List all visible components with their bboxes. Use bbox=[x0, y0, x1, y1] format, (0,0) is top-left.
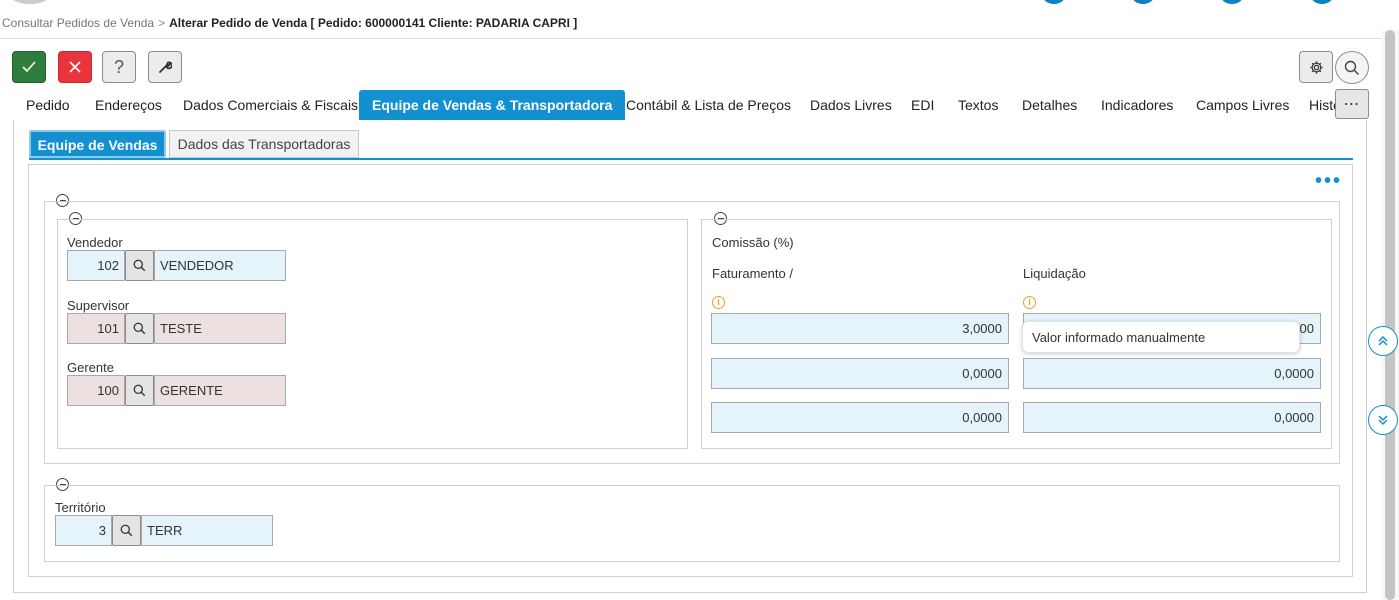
help-button[interactable]: ? bbox=[102, 51, 136, 83]
gerente-code-field[interactable]: 100 bbox=[67, 375, 125, 406]
search-icon bbox=[120, 524, 133, 537]
liquidacao-field-2[interactable]: 0,0000 bbox=[1023, 358, 1321, 389]
gear-icon bbox=[1309, 60, 1323, 74]
search-icon bbox=[133, 259, 146, 272]
search-icon bbox=[133, 322, 146, 335]
supervisor-name-field[interactable]: TESTE bbox=[154, 313, 286, 344]
scrollbar-thumb[interactable] bbox=[1385, 30, 1395, 600]
confirm-button[interactable] bbox=[12, 51, 46, 83]
tab-edi[interactable]: EDI bbox=[911, 90, 934, 120]
manual-value-tooltip: Valor informado manualmente bbox=[1022, 321, 1300, 353]
top-indicator-4[interactable] bbox=[1310, 0, 1334, 4]
tab-enderecos[interactable]: Endereços bbox=[95, 90, 162, 120]
breadcrumb-parent[interactable]: Consultar Pedidos de Venda bbox=[2, 16, 154, 30]
tab-indicadores[interactable]: Indicadores bbox=[1101, 90, 1173, 120]
wrench-icon bbox=[159, 61, 172, 73]
supervisor-code-field[interactable]: 101 bbox=[67, 313, 125, 344]
supervisor-lookup-button[interactable] bbox=[125, 313, 154, 344]
territory-lookup-button[interactable] bbox=[112, 515, 141, 546]
close-icon bbox=[69, 61, 81, 73]
tab-equipe-vendas[interactable]: Equipe de Vendas & Transportadora bbox=[359, 90, 626, 120]
faturamento-label: Faturamento / bbox=[712, 266, 793, 281]
chevron-double-down-icon bbox=[1378, 415, 1388, 426]
settings-button[interactable] bbox=[1299, 51, 1333, 83]
search-icon bbox=[1344, 60, 1360, 75]
tab-pedido[interactable]: Pedido bbox=[26, 90, 70, 120]
vendedor-code-field[interactable]: 102 bbox=[67, 250, 125, 281]
main-tabs: Pedido Endereços Dados Comerciais & Fisc… bbox=[14, 90, 1339, 120]
vendedor-name-field[interactable]: VENDEDOR bbox=[154, 250, 286, 281]
vendedor-label: Vendedor bbox=[67, 235, 123, 250]
search-button[interactable] bbox=[1335, 51, 1369, 84]
top-indicator-1[interactable] bbox=[1042, 0, 1066, 4]
chevron-double-up-icon bbox=[1378, 335, 1388, 346]
breadcrumb-separator: > bbox=[158, 16, 166, 30]
vertical-scrollbar[interactable] bbox=[1382, 30, 1399, 600]
territory-name-field[interactable]: TERR bbox=[141, 515, 273, 546]
search-icon bbox=[133, 384, 146, 397]
territory-label: Território bbox=[55, 500, 106, 515]
subtab-transportadoras[interactable]: Dados das Transportadoras bbox=[169, 130, 359, 158]
tools-button[interactable] bbox=[148, 51, 182, 83]
tab-campos-livres[interactable]: Campos Livres bbox=[1196, 90, 1289, 120]
help-icon: ? bbox=[113, 56, 124, 77]
gerente-label: Gerente bbox=[67, 360, 114, 375]
scroll-bottom-button[interactable] bbox=[1368, 405, 1398, 435]
gerente-lookup-button[interactable] bbox=[125, 375, 154, 406]
vendedor-lookup-button[interactable] bbox=[125, 250, 154, 281]
supervisor-label: Supervisor bbox=[67, 298, 130, 313]
subtab-equipe-vendas[interactable]: Equipe de Vendas bbox=[29, 130, 166, 158]
top-indicator-3[interactable] bbox=[1220, 0, 1244, 4]
tab-textos[interactable]: Textos bbox=[958, 90, 998, 120]
cancel-button[interactable] bbox=[58, 51, 92, 83]
faturamento-field-1[interactable]: 3,0000 bbox=[711, 313, 1009, 344]
breadcrumb-current: Alterar Pedido de Venda [ Pedido: 600000… bbox=[169, 16, 578, 30]
subtab-underline bbox=[29, 158, 1353, 160]
more-tabs-button[interactable]: ⋯ bbox=[1335, 89, 1369, 119]
gerente-name-field[interactable]: GERENTE bbox=[154, 375, 286, 406]
panel-menu-button[interactable]: ••• bbox=[1315, 171, 1342, 191]
tab-dados-livres[interactable]: Dados Livres bbox=[810, 90, 892, 120]
top-indicator-2[interactable] bbox=[1131, 0, 1155, 4]
tab-contabil[interactable]: Contábil & Lista de Preços bbox=[626, 90, 791, 120]
info-icon[interactable]: i bbox=[1023, 296, 1036, 309]
faturamento-field-2[interactable]: 0,0000 bbox=[711, 358, 1009, 389]
scroll-top-button[interactable] bbox=[1368, 326, 1398, 356]
faturamento-field-3[interactable]: 0,0000 bbox=[711, 402, 1009, 433]
info-icon[interactable]: i bbox=[712, 296, 725, 309]
liquidacao-field-3[interactable]: 0,0000 bbox=[1023, 402, 1321, 433]
commission-title: Comissão (%) bbox=[712, 235, 794, 250]
liquidacao-label: Liquidação bbox=[1023, 266, 1086, 281]
breadcrumb: Consultar Pedidos de Venda > Alterar Pedid… bbox=[2, 16, 577, 30]
header-divider bbox=[0, 38, 1382, 39]
check-icon bbox=[22, 61, 36, 73]
tab-detalhes[interactable]: Detalhes bbox=[1022, 90, 1077, 120]
app-logo bbox=[10, 0, 50, 4]
territory-code-field[interactable]: 3 bbox=[55, 515, 112, 546]
tab-dados-comerciais[interactable]: Dados Comerciais & Fiscais bbox=[183, 90, 358, 120]
